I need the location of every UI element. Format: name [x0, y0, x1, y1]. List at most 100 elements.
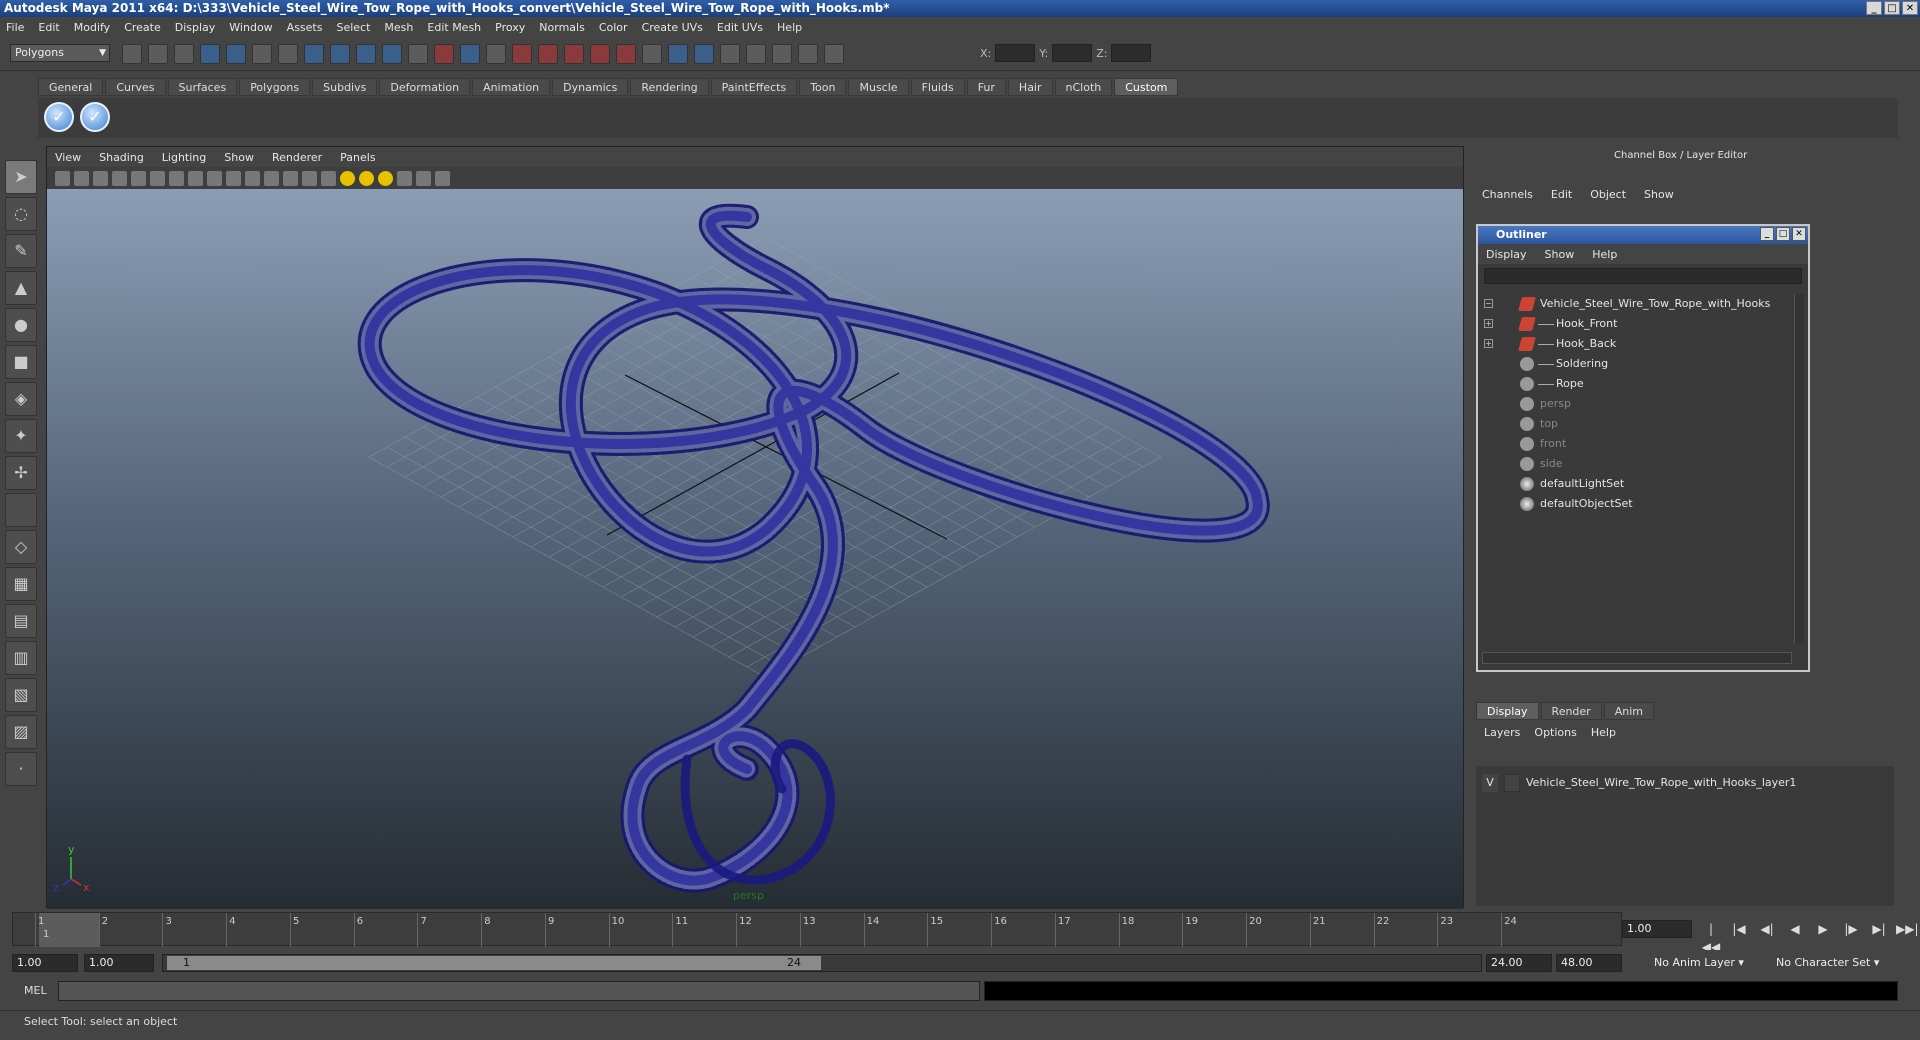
menu-edit[interactable]: Edit [38, 21, 59, 34]
shelf-tab-custom[interactable]: Custom [1114, 78, 1179, 96]
viewport-tool-icon[interactable] [378, 170, 393, 186]
layer-visibility-toggle[interactable]: V [1482, 774, 1498, 792]
outliner-hscrollbar[interactable] [1482, 652, 1792, 664]
shelf-tab-ncloth[interactable]: nCloth [1054, 78, 1113, 96]
viewport-tool-icon[interactable] [226, 170, 241, 186]
current-frame-field[interactable]: 1.00 [1622, 920, 1692, 938]
viewport-tool-icon[interactable] [359, 170, 374, 186]
shelf-tab-fur[interactable]: Fur [966, 78, 1006, 96]
status-line-tool-icon[interactable] [720, 44, 740, 64]
step-forward-frame-icon[interactable]: |▶ [1840, 920, 1862, 938]
viewport-menu-shading[interactable]: Shading [99, 151, 144, 164]
status-line-tool-icon[interactable] [538, 44, 558, 64]
outliner-menu-display[interactable]: Display [1486, 248, 1527, 261]
viewport-tool-icon[interactable] [55, 170, 70, 186]
shelf-tab-subdivs[interactable]: Subdivs [312, 78, 378, 96]
status-line-tool-icon[interactable] [746, 44, 766, 64]
shelf-tab-dynamics[interactable]: Dynamics [552, 78, 629, 96]
viewport-tool-icon[interactable] [264, 170, 279, 186]
menu-create-uvs[interactable]: Create UVs [642, 21, 703, 34]
show-manip-icon[interactable]: ✢ [5, 456, 37, 490]
menu-create[interactable]: Create [124, 21, 161, 34]
outliner-item[interactable]: − Vehicle_Steel_Wire_Tow_Rope_with_Hooks [1482, 294, 1792, 314]
outliner-item[interactable]: Soldering [1482, 354, 1792, 374]
viewport-menu-renderer[interactable]: Renderer [272, 151, 322, 164]
z-field[interactable] [1111, 44, 1152, 62]
status-line-tool-icon[interactable] [824, 44, 844, 64]
outliner-item[interactable]: defaultLightSet [1482, 474, 1792, 494]
anim-layer-dropdown[interactable]: No Anim Layer ▾ [1650, 954, 1744, 972]
four-view-layout-icon[interactable]: ▦ [5, 567, 37, 601]
viewport-tool-icon[interactable] [245, 170, 260, 186]
rotate-tool-icon[interactable]: ● [5, 308, 37, 342]
paint-select-icon[interactable]: ✎ [5, 234, 37, 268]
shelf-tab-fluids[interactable]: Fluids [910, 78, 965, 96]
layer-menu-options[interactable]: Options [1534, 726, 1576, 739]
y-field[interactable] [1052, 44, 1093, 62]
status-line-tool-icon[interactable] [512, 44, 532, 64]
channel-menu-object[interactable]: Object [1590, 188, 1626, 201]
select-tool-icon[interactable]: ➤ [5, 160, 37, 194]
range-slider-handle[interactable] [167, 956, 821, 970]
status-line-tool-icon[interactable] [590, 44, 610, 64]
menu-edit-uvs[interactable]: Edit UVs [717, 21, 763, 34]
viewport-menu-show[interactable]: Show [224, 151, 254, 164]
hypershade-layout-icon[interactable]: ▧ [5, 678, 37, 712]
persp-graph-hypergraph-layout-icon[interactable]: ▨ [5, 715, 37, 749]
viewport-tool-icon[interactable] [74, 170, 89, 186]
channel-menu-channels[interactable]: Channels [1482, 188, 1533, 201]
outliner-item[interactable]: top [1482, 414, 1792, 434]
expand-toggle-icon[interactable]: + [1484, 319, 1493, 328]
go-to-start-icon[interactable]: |◀◀ [1700, 920, 1722, 954]
viewport-tool-icon[interactable] [112, 170, 127, 186]
layer-tab-display[interactable]: Display [1476, 702, 1539, 720]
character-set-dropdown[interactable]: No Character Set ▾ [1772, 954, 1880, 972]
status-line-tool-icon[interactable] [642, 44, 662, 64]
step-back-frame-icon[interactable]: ◀| [1756, 920, 1778, 938]
status-line-tool-icon[interactable] [252, 44, 272, 64]
status-line-tool-icon[interactable] [356, 44, 376, 64]
viewport-tool-icon[interactable] [416, 170, 431, 186]
viewport-menu-panels[interactable]: Panels [340, 151, 375, 164]
menu-proxy[interactable]: Proxy [495, 21, 525, 34]
play-forward-icon[interactable]: ▶ [1812, 920, 1834, 938]
status-line-tool-icon[interactable] [330, 44, 350, 64]
x-field[interactable] [995, 44, 1036, 62]
outliner-maximize-button[interactable]: □ [1776, 227, 1790, 241]
status-line-tool-icon[interactable] [304, 44, 324, 64]
animation-start-field[interactable]: 1.00 [12, 954, 78, 972]
outliner-minimize-button[interactable]: _ [1760, 227, 1774, 241]
viewport-tool-icon[interactable] [397, 170, 412, 186]
status-line-tool-icon[interactable] [122, 44, 142, 64]
status-line-tool-icon[interactable] [798, 44, 818, 64]
shelf-tab-rendering[interactable]: Rendering [630, 78, 709, 96]
command-language-label[interactable]: MEL [24, 984, 47, 997]
status-line-tool-icon[interactable] [148, 44, 168, 64]
persp-graph-layout-icon[interactable]: ▥ [5, 641, 37, 675]
universal-manip-icon[interactable]: ◈ [5, 382, 37, 416]
outliner-close-button[interactable]: ✕ [1792, 227, 1806, 241]
status-line-tool-icon[interactable] [616, 44, 636, 64]
minimize-button[interactable]: _ [1866, 1, 1882, 15]
channel-menu-show[interactable]: Show [1644, 188, 1674, 201]
expand-toggle-icon[interactable]: + [1484, 339, 1493, 348]
menu-window[interactable]: Window [229, 21, 272, 34]
status-line-tool-icon[interactable] [772, 44, 792, 64]
status-line-tool-icon[interactable] [408, 44, 428, 64]
shelf-tab-muscle[interactable]: Muscle [848, 78, 909, 96]
menu-mesh[interactable]: Mesh [384, 21, 413, 34]
menu-modify[interactable]: Modify [74, 21, 110, 34]
shelf-tab-surfaces[interactable]: Surfaces [167, 78, 238, 96]
layer-color-swatch[interactable] [1504, 774, 1520, 792]
more-layouts-icon[interactable]: · [5, 752, 37, 786]
viewport-tool-icon[interactable] [188, 170, 203, 186]
last-tool-icon[interactable] [5, 493, 37, 527]
shelf-tab-general[interactable]: General [38, 78, 104, 96]
outliner-item[interactable]: persp [1482, 394, 1792, 414]
viewport-tool-icon[interactable] [340, 170, 355, 186]
menu-display[interactable]: Display [175, 21, 216, 34]
status-line-tool-icon[interactable] [200, 44, 220, 64]
shelf-check-icon-2[interactable]: ✓ [80, 102, 110, 132]
time-slider[interactable]: 1 1 2 3 4 5 6 7 8 9 10 11 12 13 14 15 16 17 18 19 20 21 22 23 2… [12, 912, 1622, 947]
viewport-tool-icon[interactable] [169, 170, 184, 186]
